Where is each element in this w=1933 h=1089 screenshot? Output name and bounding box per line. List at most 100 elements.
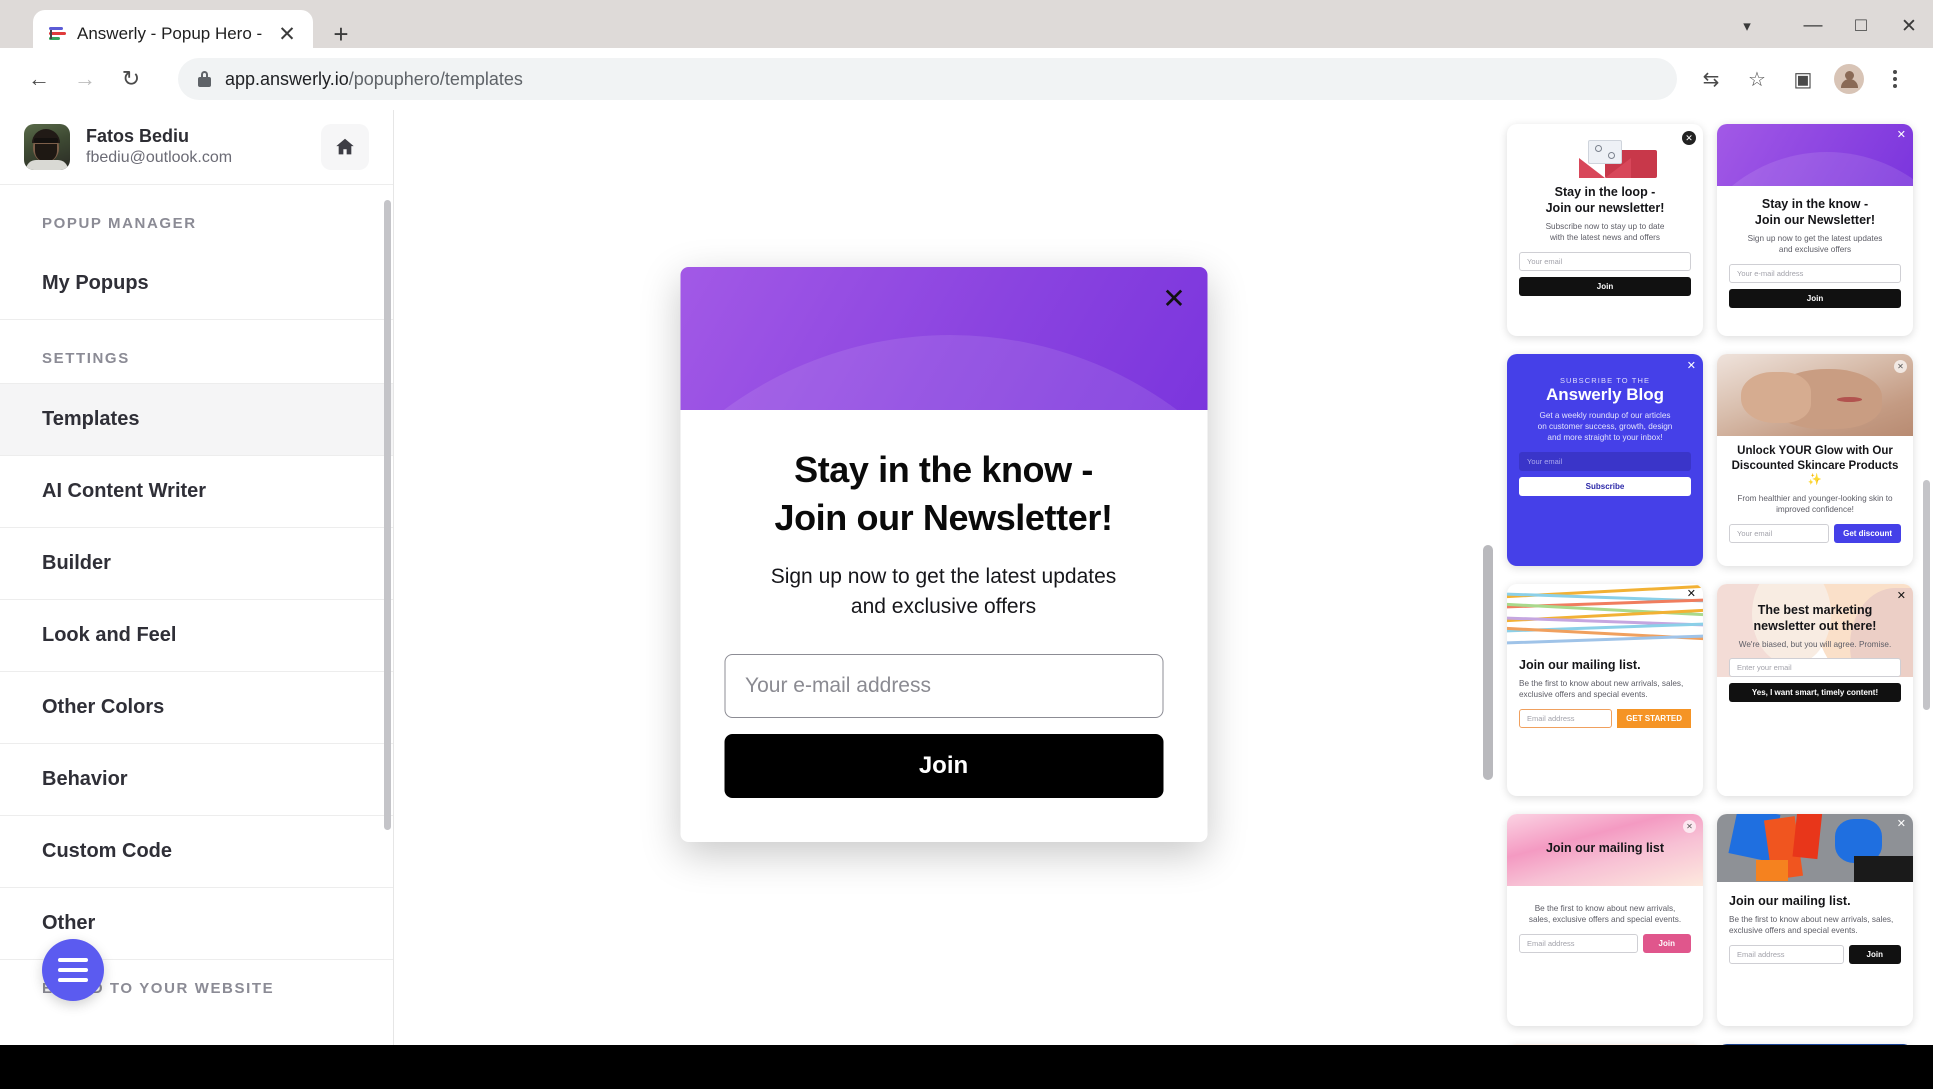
- hamburger-menu-icon[interactable]: [42, 939, 104, 1001]
- body-line1: From healthier and younger-looking skin …: [1737, 494, 1893, 504]
- user-profile-row[interactable]: Fatos Bediu fbediu@outlook.com: [0, 110, 393, 185]
- share-icon[interactable]: ⇆: [1691, 59, 1731, 99]
- template-card-stay-in-the-loop[interactable]: ✕ Stay in the loop - Join our newsletter…: [1507, 124, 1703, 336]
- body-line1: Be the first to know about new arrivals,…: [1729, 915, 1894, 924]
- popup-title-line2: Join our Newsletter!: [774, 497, 1113, 539]
- url-text: app.answerly.io/popuphero/templates: [225, 69, 523, 90]
- body-line1: Sign up now to get the latest updates: [1747, 234, 1883, 243]
- sidebar-item-builder[interactable]: Builder: [0, 528, 393, 600]
- template-body: Be the first to know about new arrivals,…: [1729, 914, 1901, 937]
- template-email-input[interactable]: Enter your email: [1729, 658, 1901, 678]
- window-controls: ▾ — □ ✕: [1723, 0, 1933, 52]
- toolbar-icons: ⇆ ☆ ▣: [1691, 59, 1915, 99]
- template-card-stay-in-the-know[interactable]: ✕ Stay in the know - Join our Newsletter…: [1717, 124, 1913, 336]
- popup-join-button[interactable]: Join: [724, 734, 1163, 799]
- template-cta-button[interactable]: Join: [1642, 933, 1691, 953]
- close-icon[interactable]: ✕: [1687, 361, 1696, 372]
- popup-title-line1: Stay in the know -: [794, 449, 1093, 490]
- side-panel-icon[interactable]: ▣: [1783, 59, 1823, 99]
- template-hero: ✕: [1717, 124, 1913, 186]
- template-cta-button[interactable]: Subscribe: [1519, 476, 1691, 496]
- template-body: Get a weekly roundup of our articles on …: [1519, 410, 1691, 444]
- template-card-mailing-list-pink[interactable]: ✕ Join our mailing list Be the first to …: [1507, 814, 1703, 1026]
- template-card-mailing-list-waves[interactable]: ✕ Join our mailing list. Be the first to…: [1507, 584, 1703, 796]
- popup-close-icon[interactable]: ✕: [1159, 284, 1189, 314]
- sidebar-item-templates[interactable]: Templates: [0, 383, 393, 456]
- close-icon[interactable]: ✕: [1683, 820, 1696, 833]
- maximize-icon[interactable]: □: [1837, 3, 1885, 49]
- template-hero-image: ✕: [1717, 354, 1913, 436]
- window-close-icon[interactable]: ✕: [1885, 3, 1933, 49]
- template-body: Sign up now to get the latest updates an…: [1729, 233, 1901, 256]
- template-gallery: ✕ Stay in the loop - Join our newsletter…: [1493, 110, 1933, 1045]
- template-card-mailing-list-abstract[interactable]: ✕ Join our mailing list. Be the first to…: [1717, 814, 1913, 1026]
- star-icon[interactable]: ☆: [1737, 59, 1777, 99]
- sidebar-item-custom-code[interactable]: Custom Code: [0, 816, 393, 888]
- sidebar-item-look-and-feel[interactable]: Look and Feel: [0, 600, 393, 672]
- close-icon[interactable]: ✕: [1687, 589, 1696, 600]
- browser-toolbar: ← → ↻ app.answerly.io/popuphero/template…: [0, 48, 1933, 110]
- close-icon[interactable]: ✕: [1897, 130, 1906, 141]
- template-heading: Join our mailing list.: [1519, 658, 1641, 672]
- popup-email-input[interactable]: Your e-mail address: [724, 654, 1163, 719]
- template-email-input[interactable]: Email address: [1729, 944, 1844, 964]
- template-email-input[interactable]: Email address: [1519, 708, 1613, 728]
- reload-icon[interactable]: ↻: [110, 58, 152, 100]
- close-icon[interactable]: ✕: [1682, 131, 1696, 145]
- tab-close-icon[interactable]: ✕: [273, 20, 301, 48]
- home-icon[interactable]: [321, 124, 369, 170]
- sidebar-item-behavior[interactable]: Behavior: [0, 744, 393, 816]
- template-email-input[interactable]: Your email: [1519, 251, 1691, 271]
- chevron-down-icon[interactable]: ▾: [1723, 3, 1771, 49]
- template-hero-image: ✕: [1717, 814, 1913, 882]
- heading-line1: The best marketing: [1757, 603, 1873, 617]
- body-line3: and more straight to your inbox!: [1547, 433, 1663, 443]
- site-favicon-icon: [49, 25, 67, 43]
- template-cta-button[interactable]: Get discount: [1834, 523, 1901, 543]
- popup-subtitle: Sign up now to get the latest updates an…: [724, 562, 1163, 622]
- gallery-scrollbar[interactable]: [1923, 480, 1930, 710]
- sidebar-item-my-popups[interactable]: My Popups: [0, 248, 393, 320]
- template-email-input[interactable]: Email address: [1519, 933, 1638, 953]
- window-bottom-edge: [0, 1045, 1933, 1089]
- template-cta-button[interactable]: Join: [1729, 288, 1901, 308]
- browser-window: Answerly - Popup Hero - Tem ✕ + ▾ — □ ✕ …: [0, 0, 1933, 1089]
- template-hero-image: ✕ Join our mailing list: [1507, 814, 1703, 886]
- body-line2: on customer success, growth, design: [1537, 422, 1673, 431]
- sidebar-scrollbar[interactable]: [384, 200, 391, 830]
- stage-scrollbar[interactable]: [1483, 545, 1493, 780]
- template-card-skincare-discount[interactable]: ✕ Unlock YOUR Glow with Our Discounted S…: [1717, 354, 1913, 566]
- close-icon[interactable]: ✕: [1897, 819, 1906, 830]
- template-cta-button[interactable]: GET STARTED: [1617, 708, 1691, 728]
- heading-line1: Stay in the know -: [1761, 197, 1869, 211]
- kebab-menu-icon[interactable]: [1875, 59, 1915, 99]
- profile-avatar-icon[interactable]: [1829, 59, 1869, 99]
- back-icon[interactable]: ←: [18, 58, 60, 100]
- template-email-input[interactable]: Your email: [1729, 523, 1830, 543]
- template-cta-button[interactable]: Join: [1519, 276, 1691, 296]
- template-email-input[interactable]: Your e-mail address: [1729, 263, 1901, 283]
- template-email-input[interactable]: Your email: [1519, 451, 1691, 471]
- forward-icon[interactable]: →: [64, 58, 106, 100]
- address-bar[interactable]: app.answerly.io/popuphero/templates: [178, 58, 1677, 100]
- template-card-answerly-blog[interactable]: ✕ SUBSCRIBE TO THE Answerly Blog Get a w…: [1507, 354, 1703, 566]
- template-heading: Unlock YOUR Glow with Our Discounted Ski…: [1729, 444, 1901, 488]
- template-cta-button[interactable]: Yes, I want smart, timely content!: [1729, 683, 1901, 703]
- popup-subtitle-line2: and exclusive offers: [850, 595, 1037, 619]
- heading-line1: Stay in the loop -: [1554, 185, 1656, 199]
- minimize-icon[interactable]: —: [1789, 3, 1837, 49]
- template-card-best-marketing-newsletter[interactable]: ✕ The best marketing newsletter out ther…: [1717, 584, 1913, 796]
- close-icon[interactable]: ✕: [1894, 360, 1907, 373]
- page-viewport: Fatos Bediu fbediu@outlook.com POPUP MAN…: [0, 110, 1933, 1045]
- popup-title: Stay in the know - Join our Newsletter!: [724, 446, 1163, 542]
- body-line2: exclusive offers and special events.: [1729, 926, 1858, 936]
- user-email: fbediu@outlook.com: [86, 149, 233, 167]
- template-cta-button[interactable]: Join: [1848, 944, 1901, 964]
- new-tab-button[interactable]: +: [327, 20, 355, 48]
- sidebar-item-ai-content-writer[interactable]: AI Content Writer: [0, 456, 393, 528]
- body-line2: and exclusive offers: [1778, 245, 1852, 255]
- close-icon[interactable]: ✕: [1897, 591, 1906, 602]
- sidebar-section-popup-manager: POPUP MANAGER: [42, 215, 197, 232]
- body-line2: sales, exclusive offers and special even…: [1528, 915, 1682, 925]
- sidebar-item-other-colors[interactable]: Other Colors: [0, 672, 393, 744]
